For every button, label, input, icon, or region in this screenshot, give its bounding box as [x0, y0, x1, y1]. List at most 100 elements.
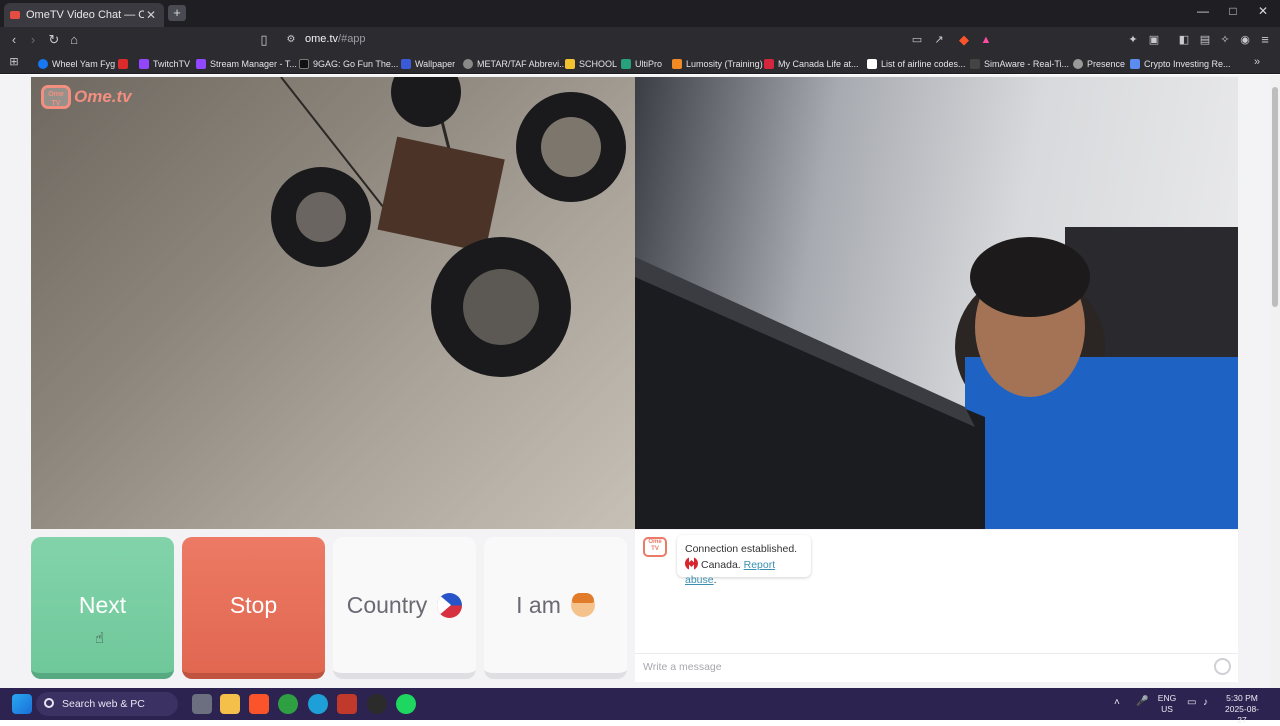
i-am-label: I am — [516, 591, 561, 618]
windows-start-icon[interactable] — [12, 694, 32, 714]
bookmark-page-icon[interactable]: ▯ — [255, 31, 273, 49]
next-button[interactable]: Next ☝ — [31, 537, 174, 679]
ometv-bot-avatar-icon: Ome TV — [643, 537, 667, 557]
canada-flag-icon — [685, 557, 698, 570]
url-path: /#app — [338, 33, 366, 45]
next-label: Next — [78, 591, 127, 618]
xbox-icon[interactable] — [278, 694, 298, 714]
crypto-icon — [1130, 59, 1140, 69]
message-input[interactable]: Write a message — [635, 653, 1238, 681]
close-window-button[interactable]: ✕ — [1248, 4, 1278, 18]
tab-title: OmeTV Video Chat — Omeg — [26, 9, 144, 21]
site-info-icon[interactable]: ⚙ — [282, 31, 300, 49]
stop-button[interactable]: Stop — [182, 537, 325, 679]
brave-browser-icon[interactable] — [249, 694, 269, 714]
simaware-icon — [970, 59, 980, 69]
tab-ometv[interactable]: OmeTV Video Chat — Omeg ✕ — [4, 3, 164, 27]
minimize-button[interactable]: — — [1188, 4, 1218, 18]
page-scrollbar[interactable] — [1270, 75, 1280, 688]
clock-time: 5:30 PM — [1226, 693, 1258, 703]
country-button[interactable]: Country — [333, 537, 476, 679]
more-bookmarks-icon[interactable]: » — [1248, 53, 1266, 71]
sidebar-toggle-icon[interactable]: ◧ — [1175, 31, 1193, 49]
taskbar-search[interactable]: Search web & PC — [36, 692, 178, 716]
tab-search-icon[interactable]: ▤ — [1196, 31, 1214, 49]
bookmark-item[interactable]: Presence — [1073, 57, 1125, 71]
emoji-icon[interactable] — [1214, 658, 1231, 675]
ometv-logo[interactable]: Ome TV Ome.tv — [41, 85, 132, 109]
extensions-icon[interactable]: ✦ — [1124, 31, 1142, 49]
task-view-icon[interactable] — [192, 694, 212, 714]
hand-cursor-icon: ☝ — [95, 630, 105, 647]
apps-grid-icon[interactable]: ⊞ — [5, 53, 23, 71]
bookmark-item[interactable]: Wheel Yam Fyg — [38, 57, 115, 71]
language-indicator[interactable]: ENG US — [1154, 693, 1180, 715]
bookmark-item[interactable]: TwitchTV — [139, 57, 190, 71]
bookmark-item[interactable]: List of airline codes... — [867, 57, 966, 71]
forward-icon[interactable]: › — [24, 31, 42, 49]
cast-icon[interactable]: ▭ — [908, 31, 926, 49]
home-icon[interactable]: ⌂ — [65, 31, 83, 49]
language-code: ENG — [1157, 693, 1177, 703]
lumosity-icon — [672, 59, 682, 69]
logo-text: Ome.tv — [74, 87, 132, 106]
bookmark-item[interactable]: Stream Manager - T... — [196, 57, 297, 71]
search-icon — [44, 698, 54, 708]
volume-icon[interactable]: ♪ — [1203, 697, 1208, 708]
share-icon[interactable]: ↗ — [930, 31, 948, 49]
clock-date: 2025-08-27 — [1224, 704, 1260, 725]
maximize-button[interactable]: □ — [1218, 4, 1248, 18]
stranger-country-line: Canada. Report abuse. — [685, 557, 776, 586]
address-bar[interactable]: ome.tv/#app — [305, 33, 366, 45]
file-explorer-icon[interactable] — [220, 694, 240, 714]
taskbar-search-text: Search web & PC — [62, 698, 145, 710]
leo-ai-icon[interactable]: ✧ — [1216, 31, 1234, 49]
bookmark-item[interactable] — [118, 57, 132, 71]
webcam-video-frame — [635, 227, 1238, 529]
brave-shields-icon[interactable]: ◆ — [955, 31, 973, 49]
bookmark-item[interactable]: UltiPro — [621, 57, 662, 71]
bookmark-item[interactable]: Crypto Investing Re... — [1130, 57, 1231, 71]
bookmarks-bar: ⊞ Wheel Yam Fyg TwitchTV Stream Manager … — [0, 53, 1280, 74]
clock[interactable]: 5:30 PM 2025-08-27 — [1223, 693, 1261, 726]
vpn-icon[interactable]: ◉ — [1236, 31, 1254, 49]
bookmark-b-icon — [118, 59, 128, 69]
boy-avatar-icon — [570, 593, 595, 617]
youtube-favicon-icon — [10, 11, 20, 19]
self-video — [635, 77, 1238, 529]
app-icon[interactable] — [337, 694, 357, 714]
9gag-icon — [299, 59, 309, 69]
bookmark-item[interactable]: Lumosity (Training) — [672, 57, 763, 71]
system-message: Connection established. Canada. Report a… — [677, 535, 811, 586]
bookmark-folder[interactable]: SCHOOL — [565, 57, 617, 71]
bookmark-item[interactable]: 9GAG: Go Fun The... — [299, 57, 398, 71]
spotify-icon[interactable] — [396, 694, 416, 714]
edge-icon[interactable] — [308, 694, 328, 714]
brave-rewards-icon[interactable]: ▲ — [977, 31, 995, 49]
wallet-icon[interactable]: ▣ — [1145, 31, 1163, 49]
network-icon[interactable]: ▭ — [1187, 697, 1196, 708]
show-hidden-icons[interactable]: ˄ — [1114, 697, 1120, 708]
wikipedia-icon — [867, 59, 877, 69]
bookmark-item[interactable]: METAR/TAF Abbrevi... — [463, 57, 567, 71]
stop-label: Stop — [229, 591, 278, 618]
ometv-page: Ome TV Ome.tv Next ☝ Stop Country I am O… — [0, 75, 1280, 688]
reload-icon[interactable]: ↻ — [45, 31, 63, 49]
windows-taskbar: Search web & PC ˄ 🎤 ENG US ▭ ♪ 5:30 PM 2… — [0, 688, 1280, 725]
gender-button[interactable]: I am — [484, 537, 627, 679]
obs-icon[interactable] — [367, 694, 387, 714]
scrollbar-thumb[interactable] — [1272, 87, 1278, 307]
back-icon[interactable]: ‹ — [5, 31, 23, 49]
microphone-icon[interactable]: 🎤 — [1136, 696, 1148, 707]
twitch-icon — [139, 59, 149, 69]
bookmark-item[interactable]: My Canada Life at... — [764, 57, 859, 71]
control-buttons: Next ☝ Stop Country I am — [31, 537, 628, 681]
bookmark-item[interactable]: Wallpaper — [401, 57, 455, 71]
tab-close-icon[interactable]: ✕ — [144, 8, 158, 22]
bookmark-item[interactable]: SimAware - Real-Ti... — [970, 57, 1069, 71]
connection-status: Connection established. — [685, 543, 798, 555]
country-label: Country — [346, 591, 428, 618]
menu-icon[interactable]: ≡ — [1256, 31, 1274, 49]
new-tab-button[interactable]: + — [168, 5, 186, 21]
browser-tabbar: OmeTV Video Chat — Omeg ✕ + — □ ✕ — [0, 0, 1280, 27]
